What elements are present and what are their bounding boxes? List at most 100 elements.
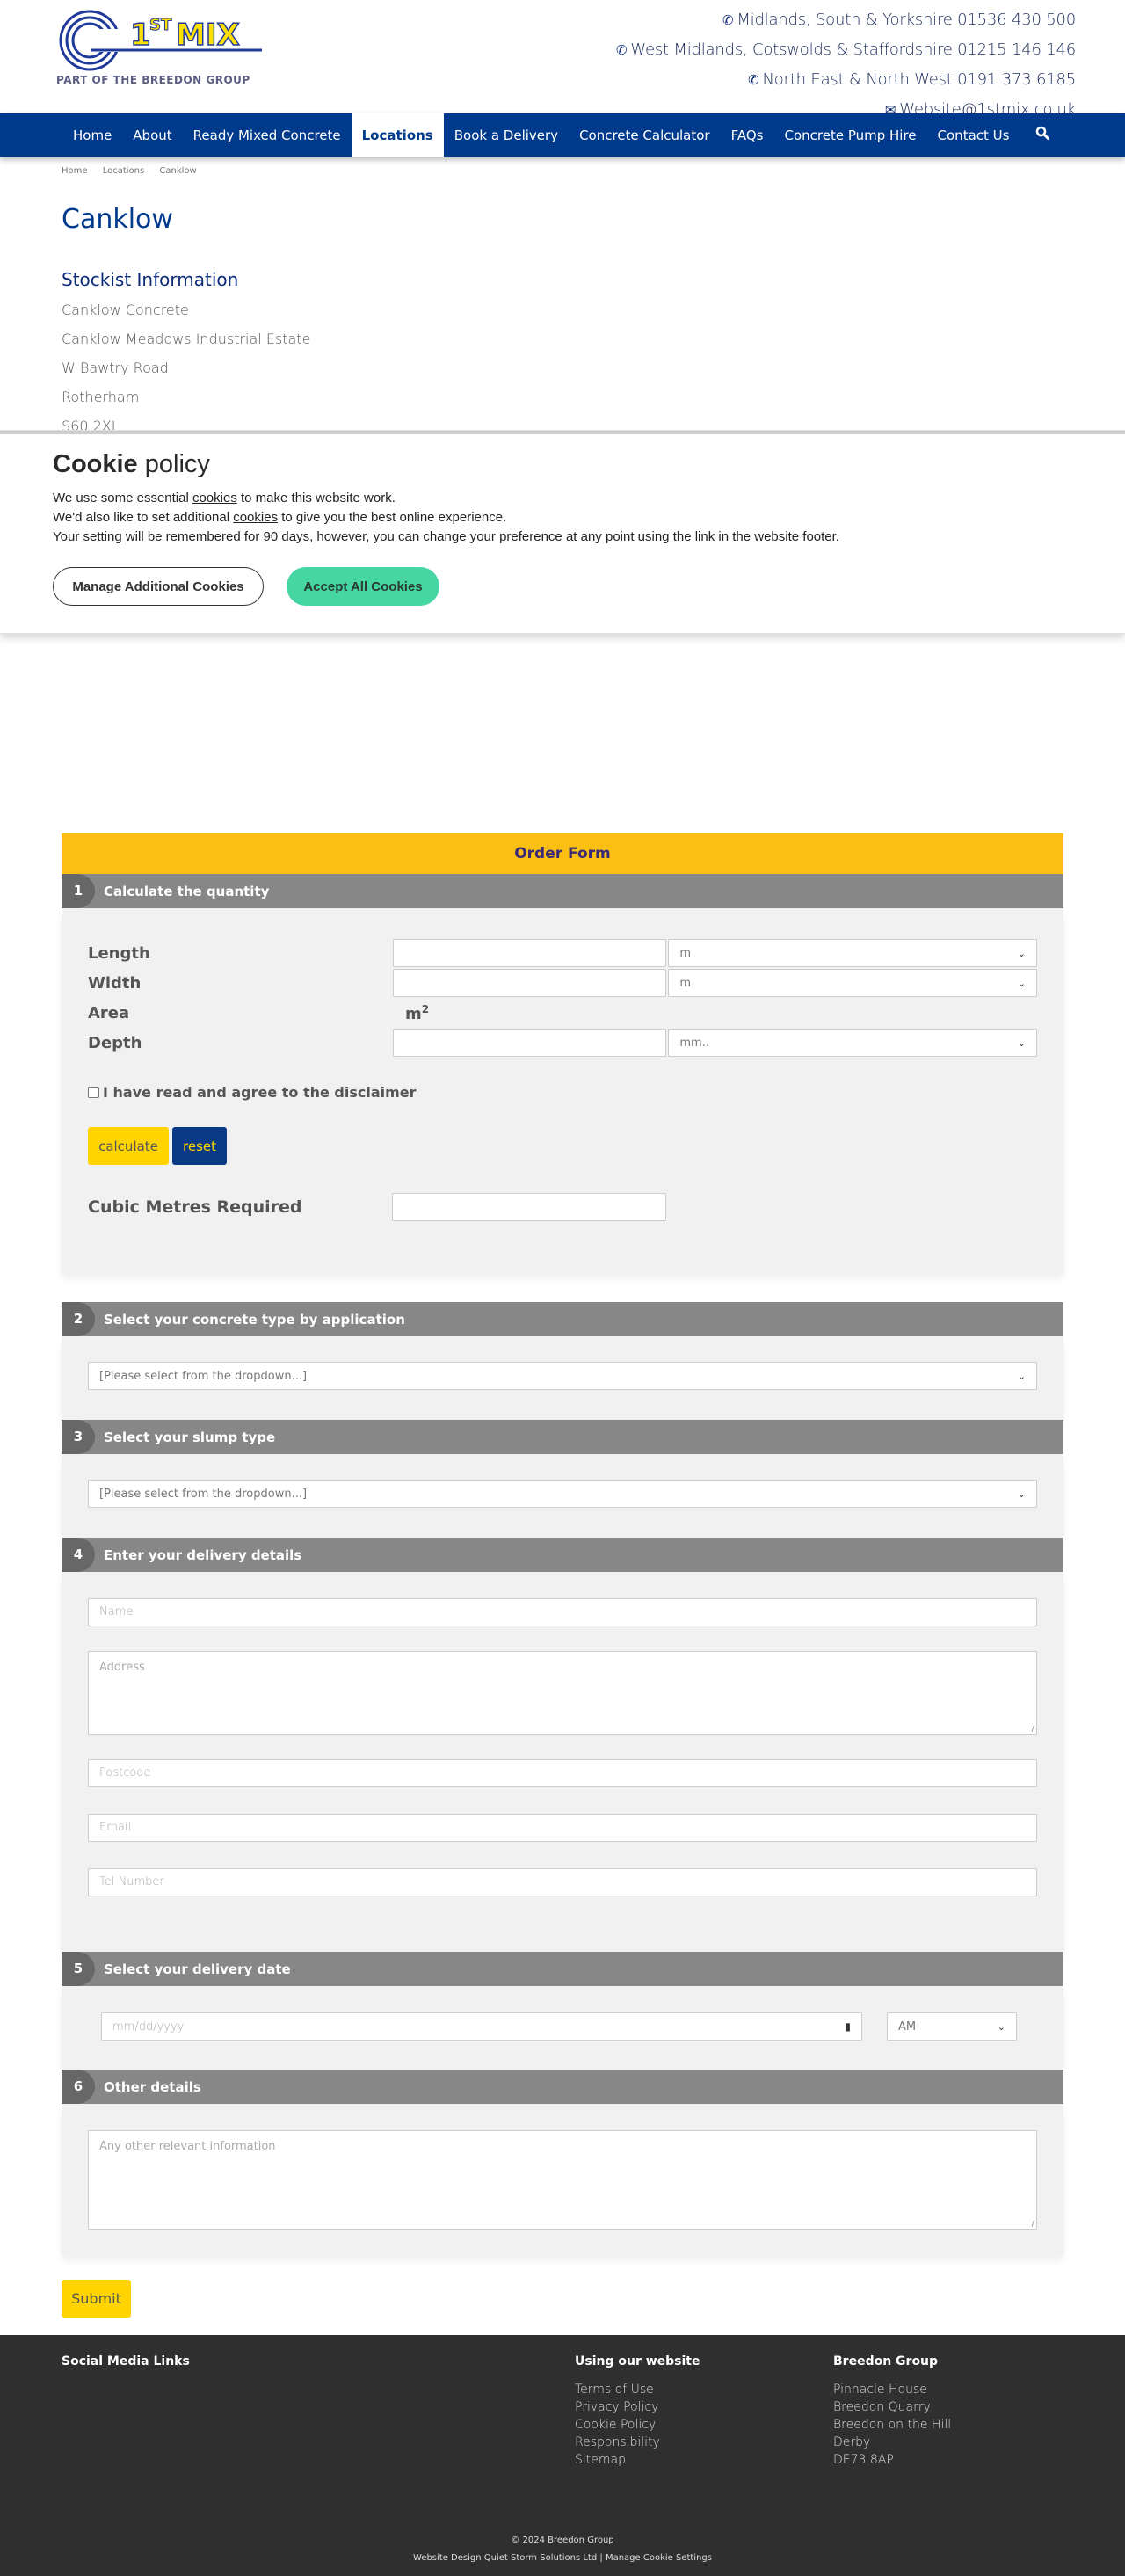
width-unit-select[interactable]: m ⌄ (668, 969, 1037, 997)
breadcrumb-current: Canklow (159, 166, 197, 176)
nav-ready-mixed-concrete[interactable]: Ready Mixed Concrete (183, 113, 352, 157)
phone-icon: ✆ (748, 72, 759, 88)
footer-address-line: Derby (833, 2435, 871, 2449)
accept-cookies-button[interactable]: Accept All Cookies (287, 567, 439, 606)
section-body-4: Name Address ∕ Postcode Email Tel Number (62, 1572, 1063, 1952)
address-textarea[interactable]: Address ∕ (88, 1651, 1037, 1735)
contact-midlands[interactable]: ✆ Midlands, South & Yorkshire 01536 430 5… (616, 5, 1076, 35)
calendar-icon[interactable]: ▮ (845, 2020, 851, 2033)
length-label: Length (88, 943, 150, 963)
cookie-text: We use some essential cookies to make th… (53, 491, 839, 544)
resize-handle-icon[interactable]: ∕ (1032, 1724, 1034, 1734)
footer-address-line: Breedon on the Hill (833, 2418, 952, 2432)
length-unit-select[interactable]: m ⌄ (668, 939, 1037, 967)
nav-concrete-pump-hire[interactable]: Concrete Pump Hire (773, 113, 926, 157)
contact-west-midlands[interactable]: ✆ West Midlands, Cotswolds & Staffordshir… (616, 35, 1076, 65)
cookies-link[interactable]: cookies (233, 510, 278, 525)
contact-list: ✆ Midlands, South & Yorkshire 01536 430 5… (616, 5, 1076, 125)
design-credit-link[interactable]: Website Design Quiet Storm Solutions Ltd (413, 2553, 597, 2563)
footer-address-line: Pinnacle House (833, 2383, 927, 2397)
section-body-5: mm/dd/yyyy ▮ AM ⌄ (62, 1986, 1063, 2070)
name-input[interactable]: Name (88, 1598, 1037, 1626)
width-input[interactable] (392, 969, 667, 997)
reset-button[interactable]: reset (172, 1127, 227, 1165)
footer-copyright: © 2024 Breedon Group Website Design Quie… (413, 2536, 712, 2563)
footer-link-terms[interactable]: Terms of Use (575, 2381, 700, 2398)
depth-input[interactable] (392, 1029, 667, 1057)
section-body-3: [Please select from the dropdown...] ⌄ (62, 1454, 1063, 1538)
cubic-metres-output[interactable] (392, 1193, 666, 1221)
contact-north[interactable]: ✆ North East & North West 0191 373 6185 (616, 65, 1076, 95)
section-body-2: [Please select from the dropdown...] ⌄ (62, 1336, 1063, 1420)
stockist-line: W Bawtry Road (62, 360, 169, 376)
chevron-down-icon: ⌄ (1017, 947, 1026, 959)
section-header-3: 3 Select your slump type (62, 1420, 1063, 1454)
stockist-info: Stockist Information Canklow Concrete Ca… (62, 269, 310, 440)
concrete-type-select[interactable]: [Please select from the dropdown...] ⌄ (88, 1362, 1037, 1390)
footer-address-line: DE73 8AP (833, 2453, 894, 2467)
tel-number-input[interactable]: Tel Number (88, 1868, 1037, 1896)
other-info-textarea[interactable]: Any other relevant information ∕ (88, 2130, 1037, 2230)
footer-group-heading: Breedon Group (833, 2354, 939, 2369)
area-label: Area (88, 1003, 130, 1022)
email-input[interactable]: Email (88, 1814, 1037, 1842)
calculate-button[interactable]: calculate (88, 1127, 169, 1165)
nav-home[interactable]: Home (62, 113, 122, 157)
nav-concrete-calculator[interactable]: Concrete Calculator (569, 113, 721, 157)
disclaimer-checkbox[interactable] (88, 1087, 99, 1098)
cookie-title: Cookie policy (53, 450, 210, 478)
section-header-2: 2 Select your concrete type by applicati… (62, 1302, 1063, 1336)
postcode-input[interactable]: Postcode (88, 1759, 1037, 1787)
nav-about[interactable]: About (122, 113, 182, 157)
section-header-5: 5 Select your delivery date (62, 1952, 1063, 1986)
chevron-down-icon: ⌄ (1017, 977, 1026, 989)
depth-unit-select[interactable]: mm.. ⌄ (668, 1029, 1037, 1057)
footer-social: Social Media Links (62, 2354, 190, 2381)
delivery-time-select[interactable]: AM ⌄ (887, 2012, 1017, 2041)
delivery-date-input[interactable]: mm/dd/yyyy ▮ (101, 2012, 862, 2041)
footer-link-responsibility[interactable]: Responsibility (575, 2434, 700, 2451)
main-nav: Home About Ready Mixed Concrete Location… (0, 113, 1125, 157)
breadcrumb-locations[interactable]: Locations (103, 166, 145, 176)
resize-handle-icon[interactable]: ∕ (1032, 2219, 1034, 2229)
slump-type-select[interactable]: [Please select from the dropdown...] ⌄ (88, 1480, 1037, 1508)
manage-cookie-settings-link[interactable]: Manage Cookie Settings (606, 2553, 712, 2563)
svg-text:1: 1 (130, 18, 151, 53)
footer-link-cookie-policy[interactable]: Cookie Policy (575, 2416, 700, 2434)
cookie-banner: Cookie policy We use some essential cook… (0, 431, 1125, 633)
footer-social-heading: Social Media Links (62, 2354, 190, 2369)
chevron-down-icon: ⌄ (1017, 1370, 1026, 1382)
nav-faqs[interactable]: FAQs (721, 113, 774, 157)
chevron-down-icon: ⌄ (997, 2020, 1005, 2033)
cubic-metres-label: Cubic Metres Required (88, 1197, 302, 1217)
area-unit: m2 (405, 1002, 430, 1023)
breadcrumb: Home Locations Canklow (62, 166, 209, 176)
disclaimer-label[interactable]: I have read and agree to the disclaimer (103, 1084, 417, 1101)
footer-link-sitemap[interactable]: Sitemap (575, 2451, 700, 2469)
breadcrumb-home[interactable]: Home (62, 166, 88, 176)
order-form: Order Form 1 Calculate the quantity Leng… (62, 833, 1063, 2256)
chevron-down-icon: ⌄ (1017, 1037, 1026, 1049)
footer-link-privacy[interactable]: Privacy Policy (575, 2398, 700, 2416)
logo-tagline: PART OF THE BREEDON GROUP (56, 74, 250, 86)
nav-contact-us[interactable]: Contact Us (927, 113, 1020, 157)
width-label: Width (88, 973, 142, 993)
search-icon[interactable] (1020, 113, 1065, 157)
submit-button[interactable]: Submit (62, 2280, 131, 2318)
footer-using-website: Using our website Terms of Use Privacy P… (575, 2354, 700, 2469)
depth-label: Depth (88, 1033, 142, 1052)
order-form-title: Order Form (62, 833, 1063, 874)
stockist-line: Rotherham (62, 389, 140, 405)
nav-locations[interactable]: Locations (351, 113, 444, 157)
phone-icon: ✆ (616, 42, 628, 58)
footer-address-line: Breedon Quarry (833, 2400, 931, 2414)
section-header-6: 6 Other details (62, 2070, 1063, 2104)
manage-cookies-button[interactable]: Manage Additional Cookies (53, 567, 264, 606)
section-body-1: Length m ⌄ Width m ⌄ Area m2 Depth mm.. ⌄ I… (62, 908, 1063, 1274)
stockist-line: Canklow Meadows Industrial Estate (62, 331, 311, 347)
length-input[interactable] (392, 939, 667, 967)
section-body-6: Any other relevant information ∕ (62, 2104, 1063, 2256)
page-title: Canklow (62, 204, 173, 235)
nav-book-a-delivery[interactable]: Book a Delivery (444, 113, 569, 157)
cookies-link[interactable]: cookies (192, 491, 237, 506)
